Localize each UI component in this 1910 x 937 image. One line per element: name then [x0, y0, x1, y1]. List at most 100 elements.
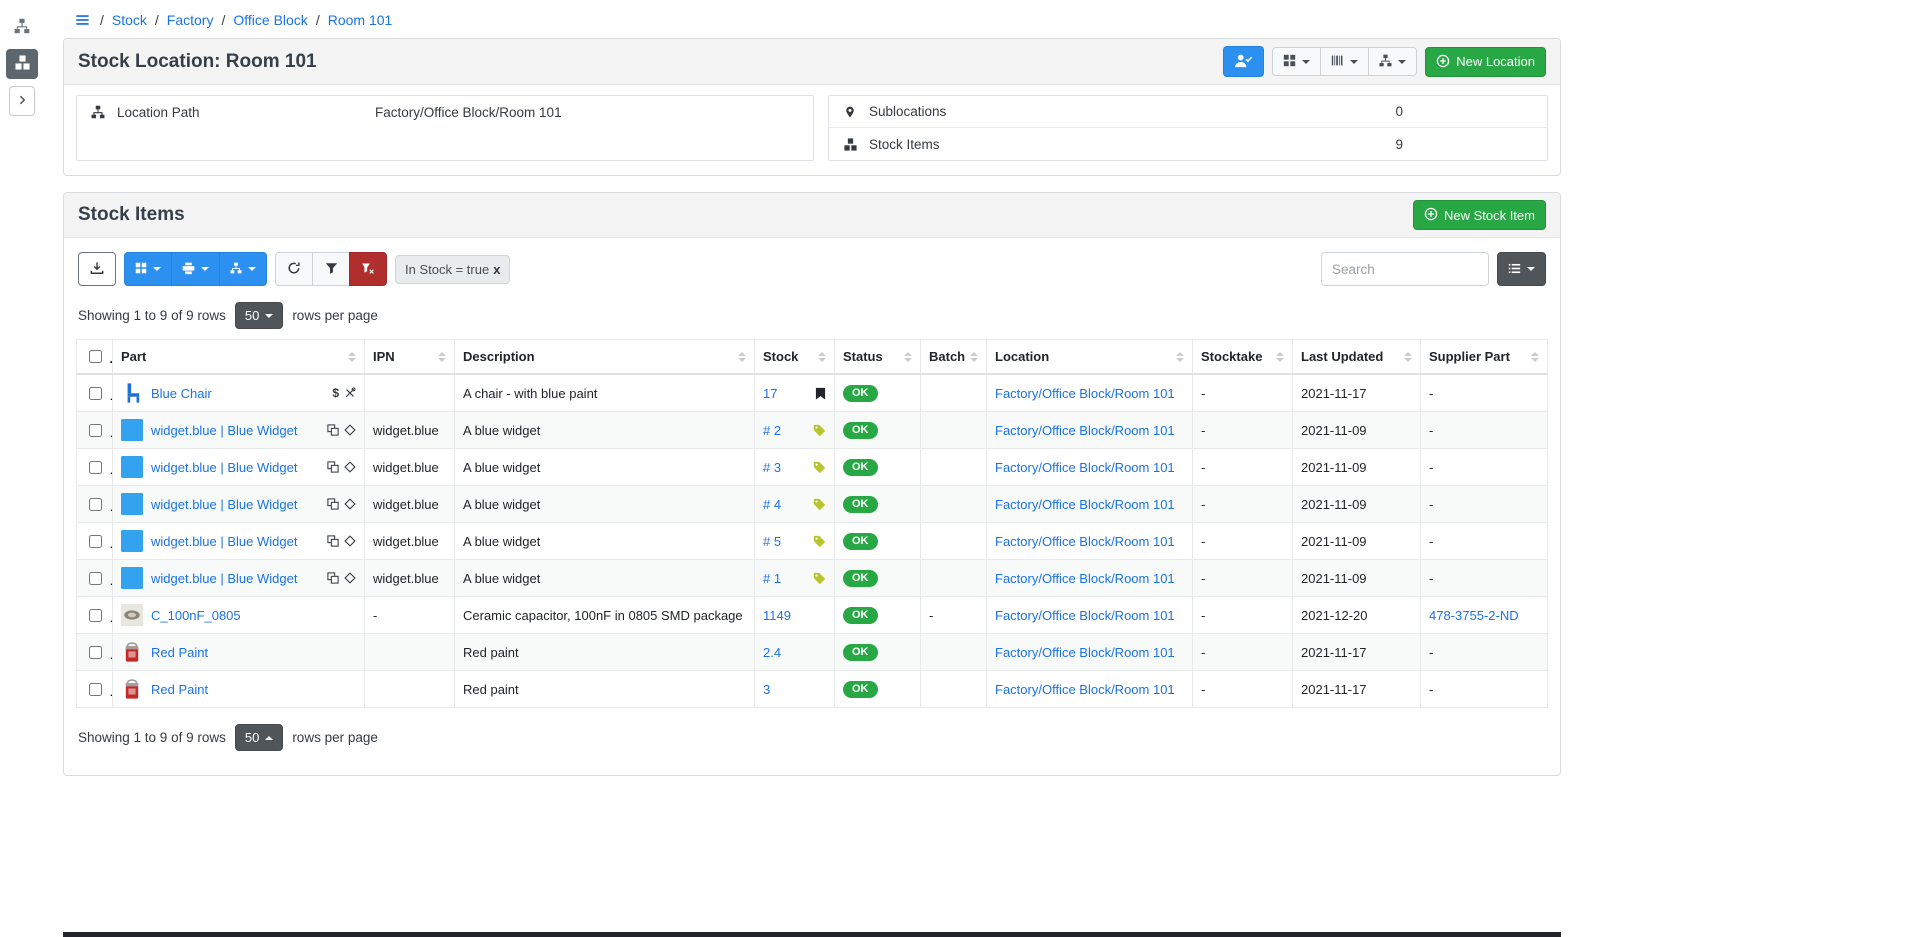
column-header-stocktake[interactable]: Stocktake — [1193, 340, 1293, 375]
part-thumbnail — [121, 456, 143, 478]
cell-ipn: widget.blue — [365, 486, 455, 523]
filter-chip-remove[interactable]: x — [493, 262, 500, 277]
column-header-last-updated[interactable]: Last Updated — [1293, 340, 1421, 375]
cell-part: widget.blue | Blue Widget — [113, 523, 365, 560]
location-link[interactable]: Factory/Office Block/Room 101 — [995, 682, 1175, 697]
cell-select[interactable] — [77, 560, 113, 597]
cell-select[interactable] — [77, 374, 113, 412]
select-all-header[interactable] — [77, 340, 113, 375]
location-operations-button[interactable] — [1368, 47, 1417, 76]
view-options-button[interactable] — [1272, 47, 1321, 76]
row-checkbox[interactable] — [89, 646, 102, 659]
location-link[interactable]: Factory/Office Block/Room 101 — [995, 460, 1175, 475]
location-link[interactable]: Factory/Office Block/Room 101 — [995, 386, 1175, 401]
cell-batch — [921, 523, 987, 560]
row-checkbox[interactable] — [89, 683, 102, 696]
stock-link[interactable]: 1149 — [763, 608, 791, 623]
column-header-supplier-part[interactable]: Supplier Part — [1421, 340, 1548, 375]
cell-ipn — [365, 671, 455, 708]
part-link[interactable]: widget.blue | Blue Widget — [151, 497, 297, 512]
location-link[interactable]: Factory/Office Block/Room 101 — [995, 534, 1175, 549]
row-checkbox[interactable] — [89, 609, 102, 622]
sidebar-expand-button[interactable] — [9, 86, 35, 116]
barcode-actions-button[interactable] — [124, 252, 172, 286]
new-location-button[interactable]: New Location — [1425, 47, 1546, 77]
breadcrumb-item[interactable]: Office Block — [233, 12, 307, 28]
part-link[interactable]: widget.blue | Blue Widget — [151, 460, 297, 475]
row-checkbox[interactable] — [89, 498, 102, 511]
barcode-actions-button[interactable] — [1320, 47, 1369, 76]
part-link[interactable]: widget.blue | Blue Widget — [151, 423, 297, 438]
location-link[interactable]: Factory/Office Block/Room 101 — [995, 571, 1175, 586]
cell-ipn: widget.blue — [365, 449, 455, 486]
sidebar-item-stock[interactable] — [6, 49, 38, 79]
cell-stocktake: - — [1193, 523, 1293, 560]
supplier-part-link[interactable]: 478-3755-2-ND — [1429, 608, 1519, 623]
columns-button[interactable] — [1497, 252, 1546, 286]
location-link[interactable]: Factory/Office Block/Room 101 — [995, 423, 1175, 438]
row-checkbox[interactable] — [89, 387, 102, 400]
stock-link[interactable]: 2.4 — [763, 645, 781, 660]
column-header-batch[interactable]: Batch — [921, 340, 987, 375]
location-link[interactable]: Factory/Office Block/Room 101 — [995, 645, 1175, 660]
part-link[interactable]: widget.blue | Blue Widget — [151, 534, 297, 549]
breadcrumb-item[interactable]: Factory — [167, 12, 214, 28]
breadcrumb-item[interactable]: Stock — [112, 12, 147, 28]
part-link[interactable]: Blue Chair — [151, 386, 212, 401]
menu-icon[interactable] — [75, 13, 90, 27]
column-header-part[interactable]: Part — [113, 340, 365, 375]
page-size-select[interactable]: 50 — [235, 302, 283, 329]
column-header-location[interactable]: Location — [987, 340, 1193, 375]
column-header-ipn[interactable]: IPN — [365, 340, 455, 375]
subscribe-button[interactable] — [1223, 46, 1264, 77]
part-link[interactable]: C_100nF_0805 — [151, 608, 241, 623]
description-value: Ceramic capacitor, 100nF in 0805 SMD pac… — [463, 608, 743, 623]
row-checkbox[interactable] — [89, 535, 102, 548]
filter-chip[interactable]: In Stock = true x — [395, 255, 510, 284]
download-button[interactable] — [78, 252, 116, 286]
cell-batch — [921, 560, 987, 597]
part-link[interactable]: Red Paint — [151, 682, 208, 697]
sort-icon — [970, 352, 978, 362]
cell-select[interactable] — [77, 597, 113, 634]
cell-select[interactable] — [77, 412, 113, 449]
new-stock-item-button[interactable]: New Stock Item — [1413, 200, 1546, 230]
clear-filters-button[interactable] — [349, 252, 387, 286]
sort-icon — [904, 352, 912, 362]
stock-link[interactable]: # 5 — [763, 534, 781, 549]
stock-link[interactable]: # 2 — [763, 423, 781, 438]
cell-location: Factory/Office Block/Room 101 — [987, 597, 1193, 634]
cell-select[interactable] — [77, 671, 113, 708]
filter-button[interactable] — [312, 252, 350, 286]
column-header-stock[interactable]: Stock — [755, 340, 835, 375]
stock-options-button[interactable] — [219, 252, 267, 286]
select-all-checkbox[interactable] — [89, 350, 102, 363]
stock-link[interactable]: # 4 — [763, 497, 781, 512]
refresh-button[interactable] — [275, 252, 313, 286]
part-link[interactable]: Red Paint — [151, 645, 208, 660]
tag-icon — [813, 424, 826, 437]
column-header-status[interactable]: Status — [835, 340, 921, 375]
cell-location: Factory/Office Block/Room 101 — [987, 486, 1193, 523]
column-label: Location — [995, 349, 1049, 364]
location-link[interactable]: Factory/Office Block/Room 101 — [995, 608, 1175, 623]
stock-link[interactable]: # 3 — [763, 460, 781, 475]
location-link[interactable]: Factory/Office Block/Room 101 — [995, 497, 1175, 512]
row-checkbox[interactable] — [89, 572, 102, 585]
stock-link[interactable]: 3 — [763, 682, 770, 697]
breadcrumb-item[interactable]: Room 101 — [328, 12, 393, 28]
print-actions-button[interactable] — [171, 252, 220, 286]
cell-select[interactable] — [77, 449, 113, 486]
cell-select[interactable] — [77, 486, 113, 523]
page-size-select[interactable]: 50 — [235, 724, 283, 751]
sidebar-item-locations[interactable] — [6, 12, 38, 42]
cell-select[interactable] — [77, 523, 113, 560]
part-link[interactable]: widget.blue | Blue Widget — [151, 571, 297, 586]
stock-link[interactable]: # 1 — [763, 571, 781, 586]
row-checkbox[interactable] — [89, 424, 102, 437]
search-input[interactable] — [1321, 252, 1489, 286]
row-checkbox[interactable] — [89, 461, 102, 474]
column-header-description[interactable]: Description — [455, 340, 755, 375]
stock-link[interactable]: 17 — [763, 386, 777, 401]
cell-select[interactable] — [77, 634, 113, 671]
